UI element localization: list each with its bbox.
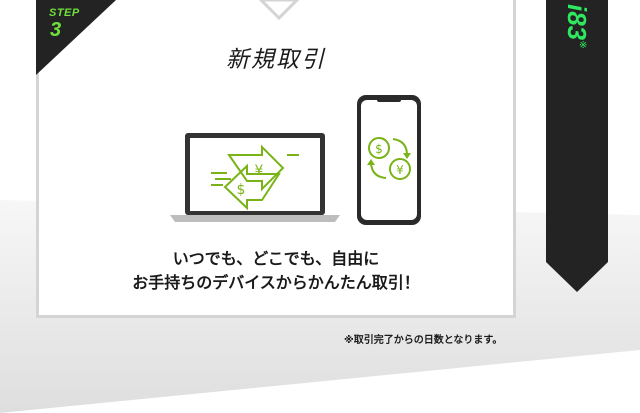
step-number: 3 [50,19,62,41]
step-card: STEP 3 新規取引 ¥ $ $ ¥ いつでも、どこでも、自由に お手持ちのデ… [36,0,516,318]
svg-text:$: $ [237,182,246,198]
smartphone-exchange-icon: $ ¥ [357,95,421,225]
footnote: ※取引完了からの日数となります。 [344,335,503,346]
step-label: STEP [49,7,80,19]
svg-text:$: $ [375,142,383,156]
banner-text: i83 [562,4,592,41]
device-illustration: ¥ $ $ ¥ [170,95,421,225]
laptop-exchange-icon: ¥ $ [170,133,340,222]
description-line-2: お手持ちのデバイスからかんたん取引！ [132,273,420,292]
svg-text:¥: ¥ [396,163,404,177]
banner-mark: ※ [579,40,588,51]
description-line-1: いつでも、どこでも、自由に [172,249,380,268]
card-title: 新規取引 [226,47,326,73]
side-ribbon-banner [546,0,608,292]
card-description: いつでも、どこでも、自由に お手持ちのデバイスからかんたん取引！ [39,247,513,295]
svg-text:¥: ¥ [255,163,264,179]
